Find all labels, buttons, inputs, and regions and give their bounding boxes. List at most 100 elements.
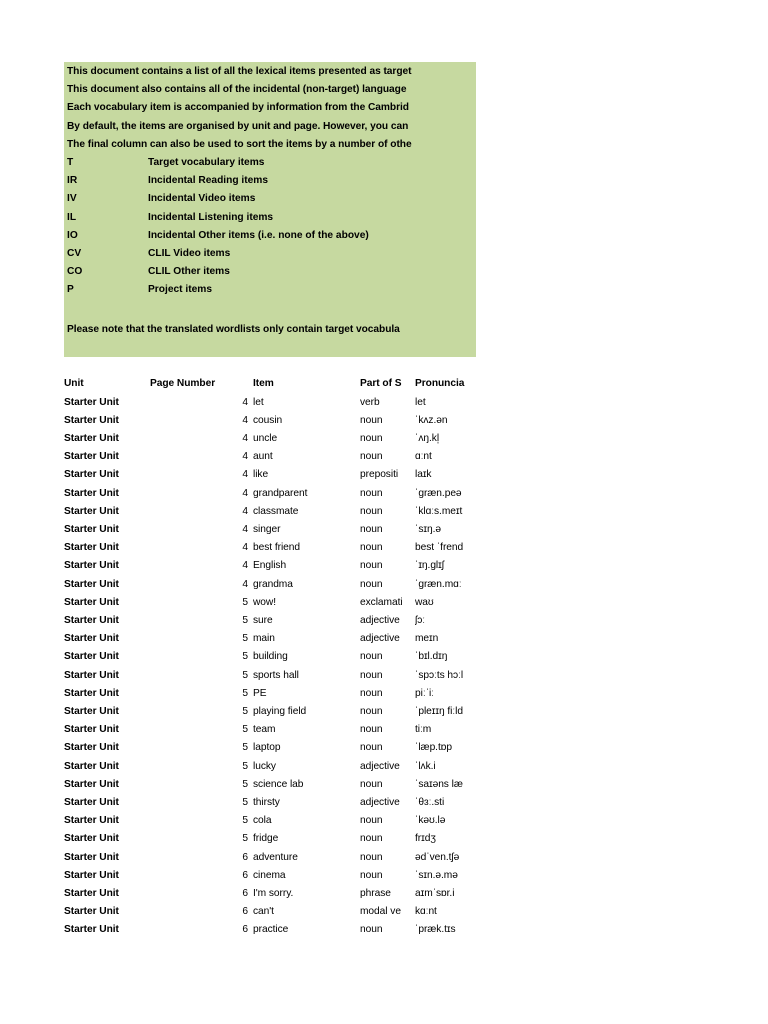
table-row[interactable]: Starter Unit 4 aunt noun ɑːnt — [0, 451, 768, 469]
cell-item: building — [253, 651, 288, 663]
column-header-page-number[interactable]: Page Number — [150, 378, 250, 389]
cell-part-of-speech: noun — [360, 724, 383, 736]
table-row[interactable]: Starter Unit 5 PE noun piːˈiː — [0, 688, 768, 706]
legend-description: CLIL Other items — [148, 266, 230, 278]
cell-item: let — [253, 396, 264, 408]
cell-unit: Starter Unit — [64, 924, 119, 936]
table-row[interactable]: Starter Unit 4 let verb let — [0, 397, 768, 415]
table-row[interactable]: Starter Unit 6 can't modal ve kɑːnt — [0, 906, 768, 924]
table-row[interactable]: Starter Unit 6 adventure noun ədˈven.tʃə — [0, 852, 768, 870]
table-row[interactable]: Starter Unit 5 main adjective meɪn — [0, 633, 768, 651]
cell-page-number: 4 — [242, 487, 248, 499]
table-row[interactable]: Starter Unit 4 cousin noun ˈkʌz.ən — [0, 415, 768, 433]
cell-item: adventure — [253, 851, 298, 863]
cell-item: playing field — [253, 705, 307, 717]
cell-page-number: 4 — [242, 542, 248, 554]
cell-pronunciation: ɑːnt — [415, 451, 432, 463]
cell-pronunciation: ˈkʌz.ən — [415, 414, 448, 426]
table-header-row: Unit Page Number Item Part of S Pronunci… — [0, 378, 768, 396]
table-row[interactable]: Starter Unit 5 laptop noun ˈlæp.tɒp — [0, 742, 768, 760]
cell-item: grandma — [253, 578, 293, 590]
legend-item-p: P Project items — [64, 284, 476, 302]
cell-unit: Starter Unit — [64, 724, 119, 736]
cell-item: thirsty — [253, 796, 280, 808]
table-row[interactable]: Starter Unit 5 science lab noun ˈsaɪəns læ — [0, 779, 768, 797]
cell-part-of-speech: noun — [360, 523, 383, 535]
legend-item-io: IO Incidental Other items (i.e. none of t… — [64, 230, 476, 248]
table-row[interactable]: Starter Unit 5 building noun ˈbɪl.dɪŋ — [0, 651, 768, 669]
table-row[interactable]: Starter Unit 5 sure adjective ʃɔː — [0, 615, 768, 633]
cell-item: laptop — [253, 742, 281, 754]
table-row[interactable]: Starter Unit 4 singer noun ˈsɪŋ.ə — [0, 524, 768, 542]
table-row[interactable]: Starter Unit 6 I'm sorry. phrase aɪmˈsɒr.i — [0, 888, 768, 906]
cell-item: practice — [253, 924, 289, 936]
cell-page-number: 5 — [242, 651, 248, 663]
table-row[interactable]: Starter Unit 5 team noun tiːm — [0, 724, 768, 742]
table-row[interactable]: Starter Unit 5 playing field noun ˈpleɪɪŋ fi… — [0, 706, 768, 724]
cell-unit: Starter Unit — [64, 796, 119, 808]
cell-item: can't — [253, 906, 274, 918]
table-row[interactable]: Starter Unit 4 grandparent noun ˈɡræn.peə — [0, 488, 768, 506]
table-row[interactable]: Starter Unit 4 best friend noun best ˈfrend — [0, 542, 768, 560]
table-row[interactable]: Starter Unit 4 uncle noun ˈʌŋ.kl̩ — [0, 433, 768, 451]
legend-description: Incidental Video items — [148, 193, 256, 205]
legend-description: Target vocabulary items — [148, 157, 265, 168]
cell-pronunciation: let — [415, 396, 426, 408]
cell-part-of-speech: prepositi — [360, 469, 399, 481]
cell-pronunciation: ˈɡræn.peə — [415, 487, 462, 499]
legend-item-cv: CV CLIL Video items — [64, 248, 476, 266]
cell-item: lucky — [253, 760, 276, 772]
cell-unit: Starter Unit — [64, 869, 119, 881]
cell-pronunciation: ˈlʌk.i — [415, 760, 436, 772]
cell-item: sure — [253, 614, 273, 626]
table-row[interactable]: Starter Unit 4 classmate noun ˈklɑːs.meɪt — [0, 506, 768, 524]
cell-pronunciation: waʊ — [415, 596, 434, 608]
cell-part-of-speech: noun — [360, 451, 383, 463]
table-row[interactable]: Starter Unit 5 cola noun ˈkəʊ.lə — [0, 815, 768, 833]
legend-description: Incidental Other items (i.e. none of the… — [148, 229, 369, 241]
cell-page-number: 5 — [242, 614, 248, 626]
legend-code: P — [67, 284, 74, 296]
cell-part-of-speech: noun — [360, 542, 383, 554]
cell-part-of-speech: noun — [360, 651, 383, 663]
cell-pronunciation: ˈklɑːs.meɪt — [415, 505, 463, 517]
cell-unit: Starter Unit — [64, 396, 119, 408]
table-row[interactable]: Starter Unit 5 wow! exclamati waʊ — [0, 597, 768, 615]
legend-description: Project items — [148, 284, 212, 296]
legend-description: CLIL Video items — [148, 248, 231, 259]
column-header-unit[interactable]: Unit — [64, 378, 150, 389]
cell-unit: Starter Unit — [64, 887, 119, 899]
cell-unit: Starter Unit — [64, 523, 119, 535]
cell-page-number: 5 — [242, 687, 248, 699]
table-row[interactable]: Starter Unit 5 sports hall noun ˈspɔːts hɔːl — [0, 670, 768, 688]
cell-part-of-speech: noun — [360, 778, 383, 790]
column-header-item[interactable]: Item — [253, 378, 358, 389]
document-page: This document contains a list of all the… — [0, 0, 768, 1024]
cell-unit: Starter Unit — [64, 614, 119, 626]
table-row[interactable]: Starter Unit 6 practice noun ˈpræk.tɪs — [0, 924, 768, 942]
cell-pronunciation: meɪn — [415, 633, 439, 645]
cell-unit: Starter Unit — [64, 760, 119, 772]
table-row[interactable]: Starter Unit 4 like prepositi laɪk — [0, 469, 768, 487]
table-row[interactable]: Starter Unit 4 English noun ˈɪŋ.ɡlɪʃ — [0, 560, 768, 578]
cell-page-number: 4 — [242, 432, 248, 444]
table-row[interactable]: Starter Unit 5 lucky adjective ˈlʌk.i — [0, 761, 768, 779]
table-row[interactable]: Starter Unit 5 thirsty adjective ˈθɜː.sti — [0, 797, 768, 815]
cell-page-number: 4 — [242, 560, 248, 572]
column-header-part-of-speech[interactable]: Part of S — [360, 378, 412, 389]
cell-part-of-speech: phrase — [360, 887, 391, 899]
cell-page-number: 4 — [242, 469, 248, 481]
cell-part-of-speech: adjective — [360, 760, 400, 772]
cell-unit: Starter Unit — [64, 705, 119, 717]
table-row[interactable]: Starter Unit 5 fridge noun frɪdʒ — [0, 833, 768, 851]
column-header-pronunciation[interactable]: Pronuncia — [415, 378, 476, 389]
cell-item: wow! — [253, 596, 277, 608]
table-row[interactable]: Starter Unit 6 cinema noun ˈsɪn.ə.mə — [0, 870, 768, 888]
cell-unit: Starter Unit — [64, 487, 119, 499]
cell-item: PE — [253, 687, 267, 699]
cell-part-of-speech: verb — [360, 396, 380, 408]
cell-unit: Starter Unit — [64, 742, 119, 754]
cell-unit: Starter Unit — [64, 414, 119, 426]
cell-page-number: 5 — [242, 760, 248, 772]
table-row[interactable]: Starter Unit 4 grandma noun ˈɡræn.mɑː — [0, 579, 768, 597]
